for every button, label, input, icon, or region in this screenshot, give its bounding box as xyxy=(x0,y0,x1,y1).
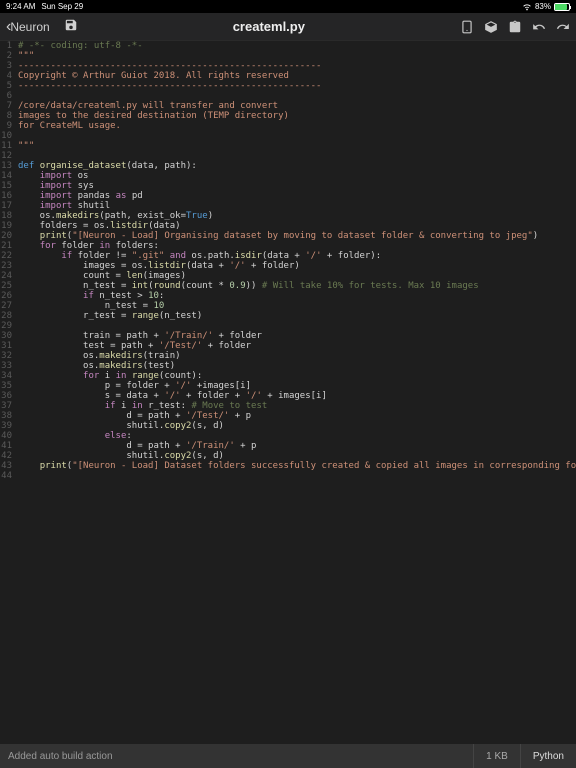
code-line[interactable]: d = path + '/Test/' + p xyxy=(18,411,576,421)
code-line[interactable]: print("[Neuron - Load] Organising datase… xyxy=(18,231,576,241)
code-line[interactable]: ----------------------------------------… xyxy=(18,61,576,71)
code-line[interactable]: os.makedirs(train) xyxy=(18,351,576,361)
code-line[interactable]: if i in r_test: # Move to test xyxy=(18,401,576,411)
code-line[interactable]: count = len(images) xyxy=(18,271,576,281)
code-line[interactable]: Copyright © Arthur Guiot 2018. All right… xyxy=(18,71,576,81)
bottom-bar: Added auto build action 1 KB Python xyxy=(0,744,576,768)
code-line[interactable]: images to the desired destination (TEMP … xyxy=(18,111,576,121)
status-message: Added auto build action xyxy=(0,751,473,762)
code-line[interactable]: import os xyxy=(18,171,576,181)
code-line[interactable]: else: xyxy=(18,431,576,441)
nav-bar: ‹ Neuron createml.py xyxy=(0,13,576,41)
code-line[interactable] xyxy=(18,131,576,141)
build-icon[interactable] xyxy=(484,20,498,34)
page-title: createml.py xyxy=(78,19,460,34)
status-date: Sun Sep 29 xyxy=(41,2,83,11)
code-line[interactable]: folders = os.listdir(data) xyxy=(18,221,576,231)
line-gutter: 1234567891011121314151617181920212223242… xyxy=(0,41,16,744)
code-line[interactable]: # -*- coding: utf-8 -*- xyxy=(18,41,576,51)
code-line[interactable]: d = path + '/Train/' + p xyxy=(18,441,576,451)
code-editor[interactable]: 1234567891011121314151617181920212223242… xyxy=(0,41,576,744)
battery-percent: 83% xyxy=(535,2,551,11)
wifi-icon xyxy=(522,3,532,11)
code-line[interactable]: train = path + '/Train/' + folder xyxy=(18,331,576,341)
code-line[interactable]: p = folder + '/' +images[i] xyxy=(18,381,576,391)
code-line[interactable]: test = path + '/Test/' + folder xyxy=(18,341,576,351)
code-line[interactable]: shutil.copy2(s, d) xyxy=(18,421,576,431)
status-bar: 9:24 AM Sun Sep 29 83% xyxy=(0,0,576,13)
status-time: 9:24 AM xyxy=(6,2,35,11)
code-line[interactable]: if folder != ".git" and os.path.isdir(da… xyxy=(18,251,576,261)
code-line[interactable]: """ xyxy=(18,141,576,151)
code-line[interactable]: os.makedirs(path, exist_ok=True) xyxy=(18,211,576,221)
code-line[interactable]: for CreateML usage. xyxy=(18,121,576,131)
save-button[interactable] xyxy=(64,18,78,35)
battery-icon xyxy=(554,3,570,11)
code-line[interactable]: for i in range(count): xyxy=(18,371,576,381)
code-line[interactable] xyxy=(18,321,576,331)
clipboard-icon[interactable] xyxy=(508,20,522,34)
code-line[interactable]: shutil.copy2(s, d) xyxy=(18,451,576,461)
code-line[interactable]: n_test = 10 xyxy=(18,301,576,311)
code-line[interactable]: os.makedirs(test) xyxy=(18,361,576,371)
code-line[interactable] xyxy=(18,471,576,481)
back-label: Neuron xyxy=(10,20,49,34)
code-line[interactable]: r_test = range(n_test) xyxy=(18,311,576,321)
file-size[interactable]: 1 KB xyxy=(473,744,520,768)
code-line[interactable]: for folder in folders: xyxy=(18,241,576,251)
back-button[interactable]: ‹ Neuron xyxy=(6,18,50,36)
code-line[interactable]: images = os.listdir(data + '/' + folder) xyxy=(18,261,576,271)
code-line[interactable]: if n_test > 10: xyxy=(18,291,576,301)
device-icon[interactable] xyxy=(460,20,474,34)
code-line[interactable]: import sys xyxy=(18,181,576,191)
code-line[interactable]: s = data + '/' + folder + '/' + images[i… xyxy=(18,391,576,401)
code-content[interactable]: # -*- coding: utf-8 -*-"""--------------… xyxy=(16,41,576,744)
code-line[interactable]: import shutil xyxy=(18,201,576,211)
redo-icon[interactable] xyxy=(556,20,570,34)
undo-icon[interactable] xyxy=(532,20,546,34)
language-selector[interactable]: Python xyxy=(520,744,576,768)
code-line[interactable]: n_test = int(round(count * 0.9)) # Will … xyxy=(18,281,576,291)
code-line[interactable]: import pandas as pd xyxy=(18,191,576,201)
code-line[interactable]: ----------------------------------------… xyxy=(18,81,576,91)
code-line[interactable]: def organise_dataset(data, path): xyxy=(18,161,576,171)
code-line[interactable]: /core/data/createml.py will transfer and… xyxy=(18,101,576,111)
code-line[interactable] xyxy=(18,151,576,161)
code-line[interactable] xyxy=(18,91,576,101)
code-line[interactable]: print("[Neuron - Load] Dataset folders s… xyxy=(18,461,576,471)
code-line[interactable]: """ xyxy=(18,51,576,61)
